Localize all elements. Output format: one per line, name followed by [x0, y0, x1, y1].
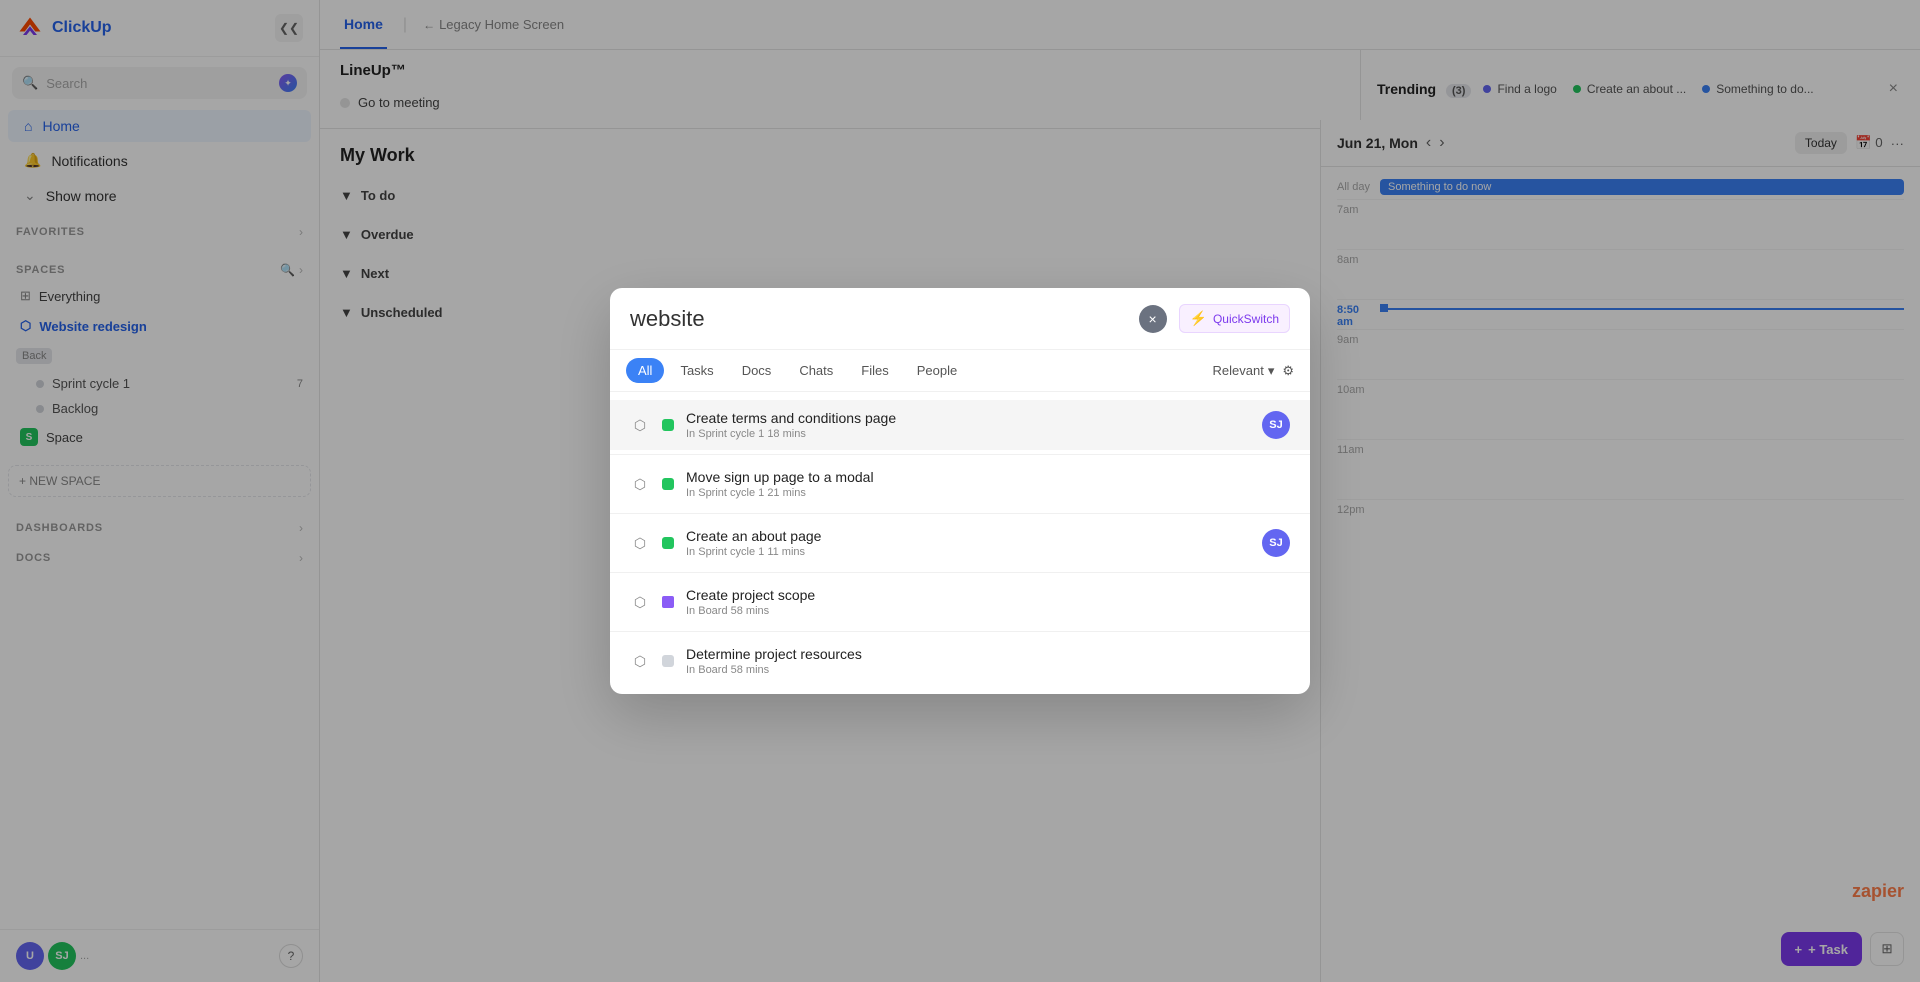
result-avatar-2: SJ	[1262, 529, 1290, 557]
task-icon-2: ⬡	[630, 533, 650, 553]
result-title-0: Create terms and conditions page	[686, 410, 1250, 426]
quick-switch-label: QuickSwitch	[1213, 312, 1279, 326]
modal-tab-people[interactable]: People	[905, 358, 969, 383]
task-icon-4: ⬡	[630, 651, 650, 671]
result-divider-2	[610, 572, 1310, 573]
result-item-0[interactable]: ⬡ Create terms and conditions page In Sp…	[610, 400, 1310, 450]
modal-tab-files[interactable]: Files	[849, 358, 900, 383]
modal-overlay[interactable]: × ⚡ QuickSwitch All Tasks Docs Chats Fil…	[0, 0, 1920, 982]
result-avatar-0: SJ	[1262, 411, 1290, 439]
lightning-icon: ⚡	[1190, 310, 1207, 327]
result-title-3: Create project scope	[686, 587, 1290, 603]
result-content-4: Determine project resources In Board 58 …	[686, 646, 1290, 676]
result-item-2[interactable]: ⬡ Create an about page In Sprint cycle 1…	[610, 518, 1310, 568]
result-item-4[interactable]: ⬡ Determine project resources In Board 5…	[610, 636, 1310, 686]
result-sub-0: In Sprint cycle 1 18 mins	[686, 428, 1250, 440]
modal-tabs: All Tasks Docs Chats Files People Releva…	[610, 350, 1310, 392]
task-dot-4	[662, 655, 674, 667]
result-title-1: Move sign up page to a modal	[686, 469, 1290, 485]
quick-switch-button[interactable]: ⚡ QuickSwitch	[1179, 304, 1290, 333]
result-title-2: Create an about page	[686, 528, 1250, 544]
task-dot-2	[662, 537, 674, 549]
modal-tab-all[interactable]: All	[626, 358, 664, 383]
search-modal: × ⚡ QuickSwitch All Tasks Docs Chats Fil…	[610, 288, 1310, 694]
modal-sort-dropdown[interactable]: Relevant ▾ ⚙	[1213, 363, 1295, 379]
sort-label: Relevant	[1213, 363, 1264, 378]
result-content-3: Create project scope In Board 58 mins	[686, 587, 1290, 617]
result-divider-1	[610, 513, 1310, 514]
modal-results: ⬡ Create terms and conditions page In Sp…	[610, 392, 1310, 694]
chevron-down-icon: ▾	[1268, 363, 1275, 379]
result-divider-0	[610, 454, 1310, 455]
settings-icon: ⚙	[1282, 363, 1294, 379]
result-divider-3	[610, 631, 1310, 632]
modal-tab-chats[interactable]: Chats	[787, 358, 845, 383]
modal-search-input[interactable]	[630, 306, 1127, 332]
result-content-0: Create terms and conditions page In Spri…	[686, 410, 1250, 440]
task-icon-1: ⬡	[630, 474, 650, 494]
result-title-4: Determine project resources	[686, 646, 1290, 662]
result-content-1: Move sign up page to a modal In Sprint c…	[686, 469, 1290, 499]
result-content-2: Create an about page In Sprint cycle 1 1…	[686, 528, 1250, 558]
task-dot-0	[662, 419, 674, 431]
task-dot-3	[662, 596, 674, 608]
modal-tab-tasks[interactable]: Tasks	[668, 358, 725, 383]
result-item-1[interactable]: ⬡ Move sign up page to a modal In Sprint…	[610, 459, 1310, 509]
modal-clear-button[interactable]: ×	[1139, 305, 1167, 333]
result-sub-4: In Board 58 mins	[686, 664, 1290, 676]
task-dot-1	[662, 478, 674, 490]
task-icon-3: ⬡	[630, 592, 650, 612]
modal-tab-docs[interactable]: Docs	[730, 358, 784, 383]
task-icon-0: ⬡	[630, 415, 650, 435]
result-sub-1: In Sprint cycle 1 21 mins	[686, 487, 1290, 499]
result-item-3[interactable]: ⬡ Create project scope In Board 58 mins	[610, 577, 1310, 627]
result-sub-2: In Sprint cycle 1 11 mins	[686, 546, 1250, 558]
modal-search-bar: × ⚡ QuickSwitch	[610, 288, 1310, 350]
result-sub-3: In Board 58 mins	[686, 605, 1290, 617]
